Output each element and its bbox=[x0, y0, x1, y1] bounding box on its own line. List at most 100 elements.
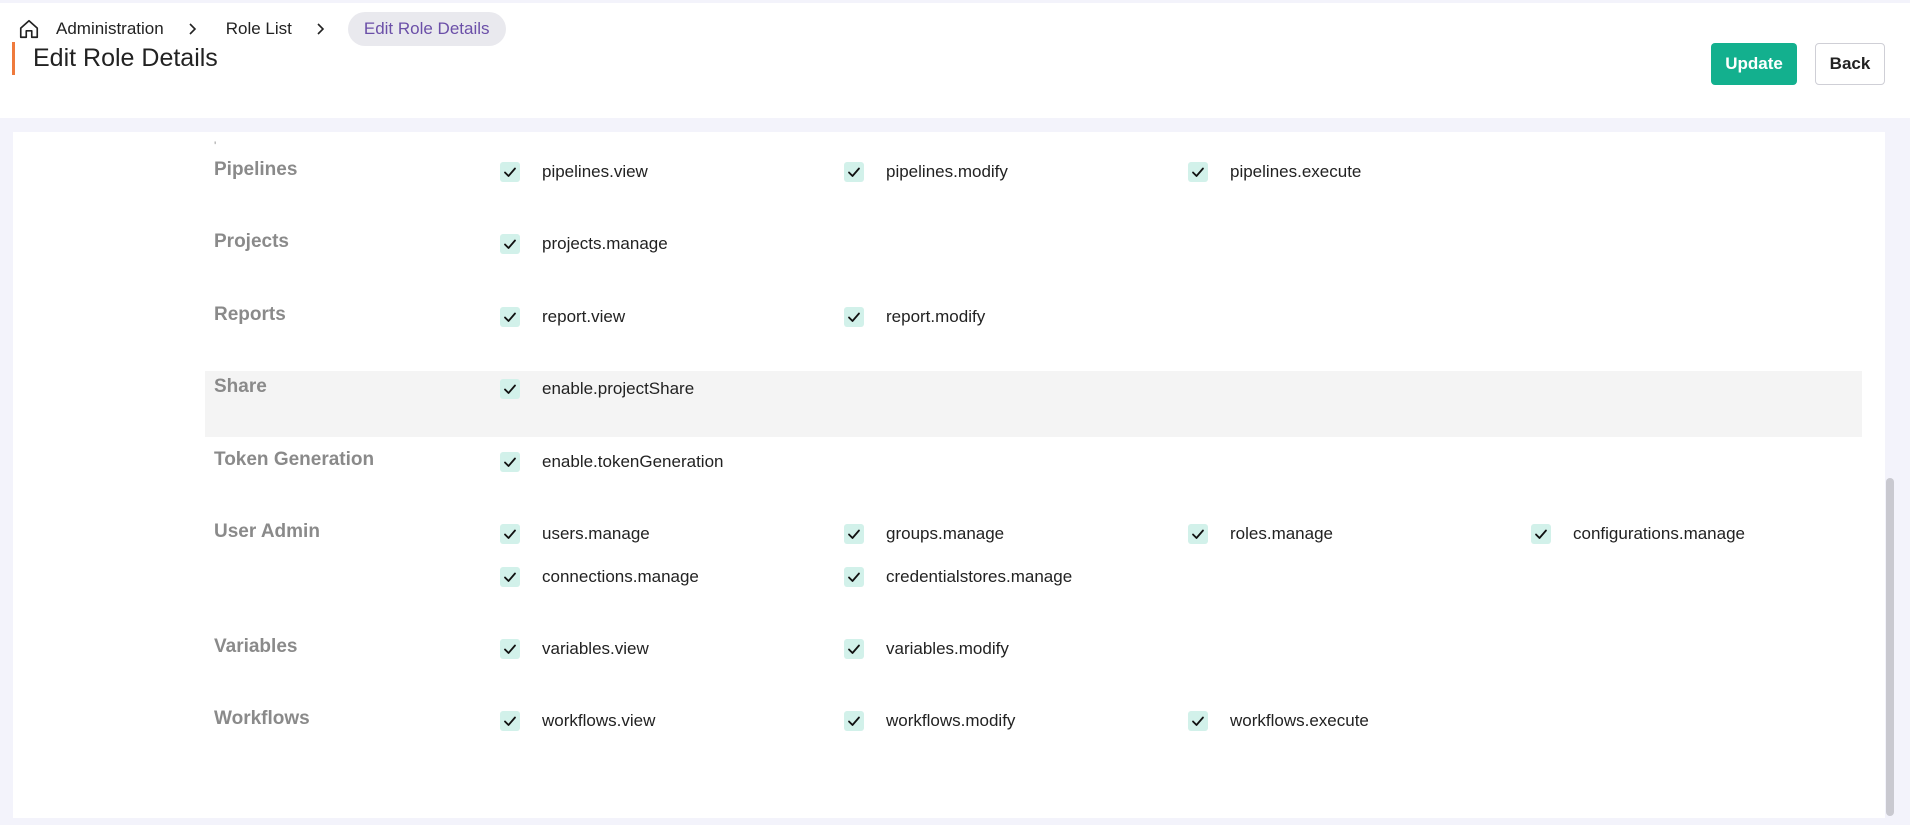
permission-checkbox[interactable] bbox=[1188, 162, 1208, 182]
permission-label: groups.manage bbox=[886, 524, 1005, 543]
permission-label: variables.view bbox=[542, 639, 649, 658]
permission-label: projects.manage bbox=[542, 234, 668, 253]
permission-item: pipelines.execute bbox=[1188, 162, 1361, 182]
permission-group-row: Variables variables.view variables.modify bbox=[205, 631, 1862, 691]
permission-group-label: Share bbox=[214, 376, 267, 397]
permission-checkbox[interactable] bbox=[500, 379, 520, 399]
checkmark-icon bbox=[504, 572, 516, 582]
permission-group-label: Token Generation bbox=[214, 449, 375, 470]
clipped-text: ' bbox=[214, 139, 217, 153]
permission-group-row: Workflows workflows.view workflows.modify w… bbox=[205, 703, 1862, 763]
checkmark-icon bbox=[848, 716, 860, 726]
permission-label: workflows.modify bbox=[886, 711, 1016, 730]
permission-group-row: User Admin users.manage groups.manage roles… bbox=[205, 516, 1862, 620]
breadcrumb: Administration Role List Edit Role Detai… bbox=[18, 12, 506, 46]
permission-item: report.view bbox=[500, 307, 625, 327]
permission-label: workflows.view bbox=[542, 711, 656, 730]
permission-item: pipelines.modify bbox=[844, 162, 1008, 182]
permission-group-label: User Admin bbox=[214, 521, 320, 542]
permission-group-row: Reports report.view report.modify bbox=[205, 299, 1862, 359]
permission-group-label: Pipelines bbox=[214, 159, 298, 180]
permission-label: variables.modify bbox=[886, 639, 1009, 658]
scrollbar-thumb[interactable] bbox=[1886, 478, 1894, 816]
permission-group-row: Projects projects.manage bbox=[205, 226, 1862, 286]
permission-label: workflows.execute bbox=[1230, 711, 1369, 730]
permission-checkbox[interactable] bbox=[844, 162, 864, 182]
permission-label: pipelines.execute bbox=[1230, 162, 1362, 181]
permission-group-label: Variables bbox=[214, 636, 298, 657]
permission-group-row: Token Generation enable.tokenGeneration bbox=[205, 444, 1862, 504]
permission-checkbox[interactable] bbox=[500, 639, 520, 659]
permission-item: workflows.execute bbox=[1188, 711, 1369, 731]
checkmark-icon bbox=[504, 384, 516, 394]
home-icon[interactable] bbox=[18, 18, 40, 40]
permission-item: report.modify bbox=[844, 307, 985, 327]
permission-checkbox[interactable] bbox=[500, 162, 520, 182]
checkmark-icon bbox=[504, 529, 516, 539]
permission-label: enable.projectShare bbox=[542, 379, 695, 398]
permission-checkbox[interactable] bbox=[844, 567, 864, 587]
permission-group-label: Reports bbox=[214, 304, 286, 325]
permission-label: report.modify bbox=[886, 307, 986, 326]
permission-item: users.manage bbox=[500, 524, 650, 544]
permission-checkbox[interactable] bbox=[844, 307, 864, 327]
page-header: Administration Role List Edit Role Detai… bbox=[0, 3, 1910, 118]
permission-checkbox[interactable] bbox=[1188, 524, 1208, 544]
checkmark-icon bbox=[504, 239, 516, 249]
checkmark-icon bbox=[504, 457, 516, 467]
permission-label: configurations.manage bbox=[1573, 524, 1746, 543]
permission-label: connections.manage bbox=[542, 567, 699, 586]
permission-checkbox[interactable] bbox=[1188, 711, 1208, 731]
checkmark-icon bbox=[1192, 529, 1204, 539]
permission-item: workflows.modify bbox=[844, 711, 1015, 731]
permission-item: enable.projectShare bbox=[500, 379, 694, 399]
checkmark-icon bbox=[848, 167, 860, 177]
permission-checkbox[interactable] bbox=[844, 711, 864, 731]
permission-label: pipelines.modify bbox=[886, 162, 1008, 181]
permission-item: projects.manage bbox=[500, 234, 668, 254]
permission-item: credentialstores.manage bbox=[844, 567, 1072, 587]
title-accent-bar bbox=[12, 42, 15, 75]
breadcrumb-role-list[interactable]: Role List bbox=[226, 19, 292, 39]
permission-item: variables.modify bbox=[844, 639, 1009, 659]
permission-label: report.view bbox=[542, 307, 626, 326]
permission-item: connections.manage bbox=[500, 567, 699, 587]
permission-label: enable.tokenGeneration bbox=[542, 452, 724, 471]
breadcrumb-administration[interactable]: Administration bbox=[56, 19, 164, 39]
checkmark-icon bbox=[504, 167, 516, 177]
checkmark-icon bbox=[504, 644, 516, 654]
permission-group-label: Projects bbox=[214, 231, 289, 252]
back-button[interactable]: Back bbox=[1815, 43, 1885, 85]
permission-checkbox[interactable] bbox=[1531, 524, 1551, 544]
page-title: Edit Role Details bbox=[33, 44, 218, 72]
permission-checkbox[interactable] bbox=[844, 639, 864, 659]
checkmark-icon bbox=[1192, 716, 1204, 726]
checkmark-icon bbox=[848, 312, 860, 322]
permission-checkbox[interactable] bbox=[844, 524, 864, 544]
permission-checkbox[interactable] bbox=[500, 567, 520, 587]
checkmark-icon bbox=[504, 716, 516, 726]
permission-checkbox[interactable] bbox=[500, 234, 520, 254]
permission-item: enable.tokenGeneration bbox=[500, 452, 723, 472]
checkmark-icon bbox=[848, 572, 860, 582]
permission-checkbox[interactable] bbox=[500, 524, 520, 544]
chevron-right-icon bbox=[314, 22, 328, 36]
permission-checkbox[interactable] bbox=[500, 452, 520, 472]
breadcrumb-current: Edit Role Details bbox=[347, 12, 506, 46]
permission-item: configurations.manage bbox=[1531, 524, 1745, 544]
permission-group-row: Pipelines pipelines.view pipelines.modify p… bbox=[205, 154, 1862, 214]
permission-group-label: Workflows bbox=[214, 708, 310, 729]
permission-item: roles.manage bbox=[1188, 524, 1333, 544]
permission-item: groups.manage bbox=[844, 524, 1004, 544]
permission-item: workflows.view bbox=[500, 711, 655, 731]
permission-checkbox[interactable] bbox=[500, 711, 520, 731]
permission-label: pipelines.view bbox=[542, 162, 648, 181]
update-button[interactable]: Update bbox=[1711, 43, 1797, 85]
permission-item: variables.view bbox=[500, 639, 649, 659]
permission-item: pipelines.view bbox=[500, 162, 648, 182]
checkmark-icon bbox=[504, 312, 516, 322]
permission-checkbox[interactable] bbox=[500, 307, 520, 327]
permission-label: credentialstores.manage bbox=[886, 567, 1073, 586]
checkmark-icon bbox=[848, 529, 860, 539]
chevron-right-icon bbox=[186, 22, 200, 36]
